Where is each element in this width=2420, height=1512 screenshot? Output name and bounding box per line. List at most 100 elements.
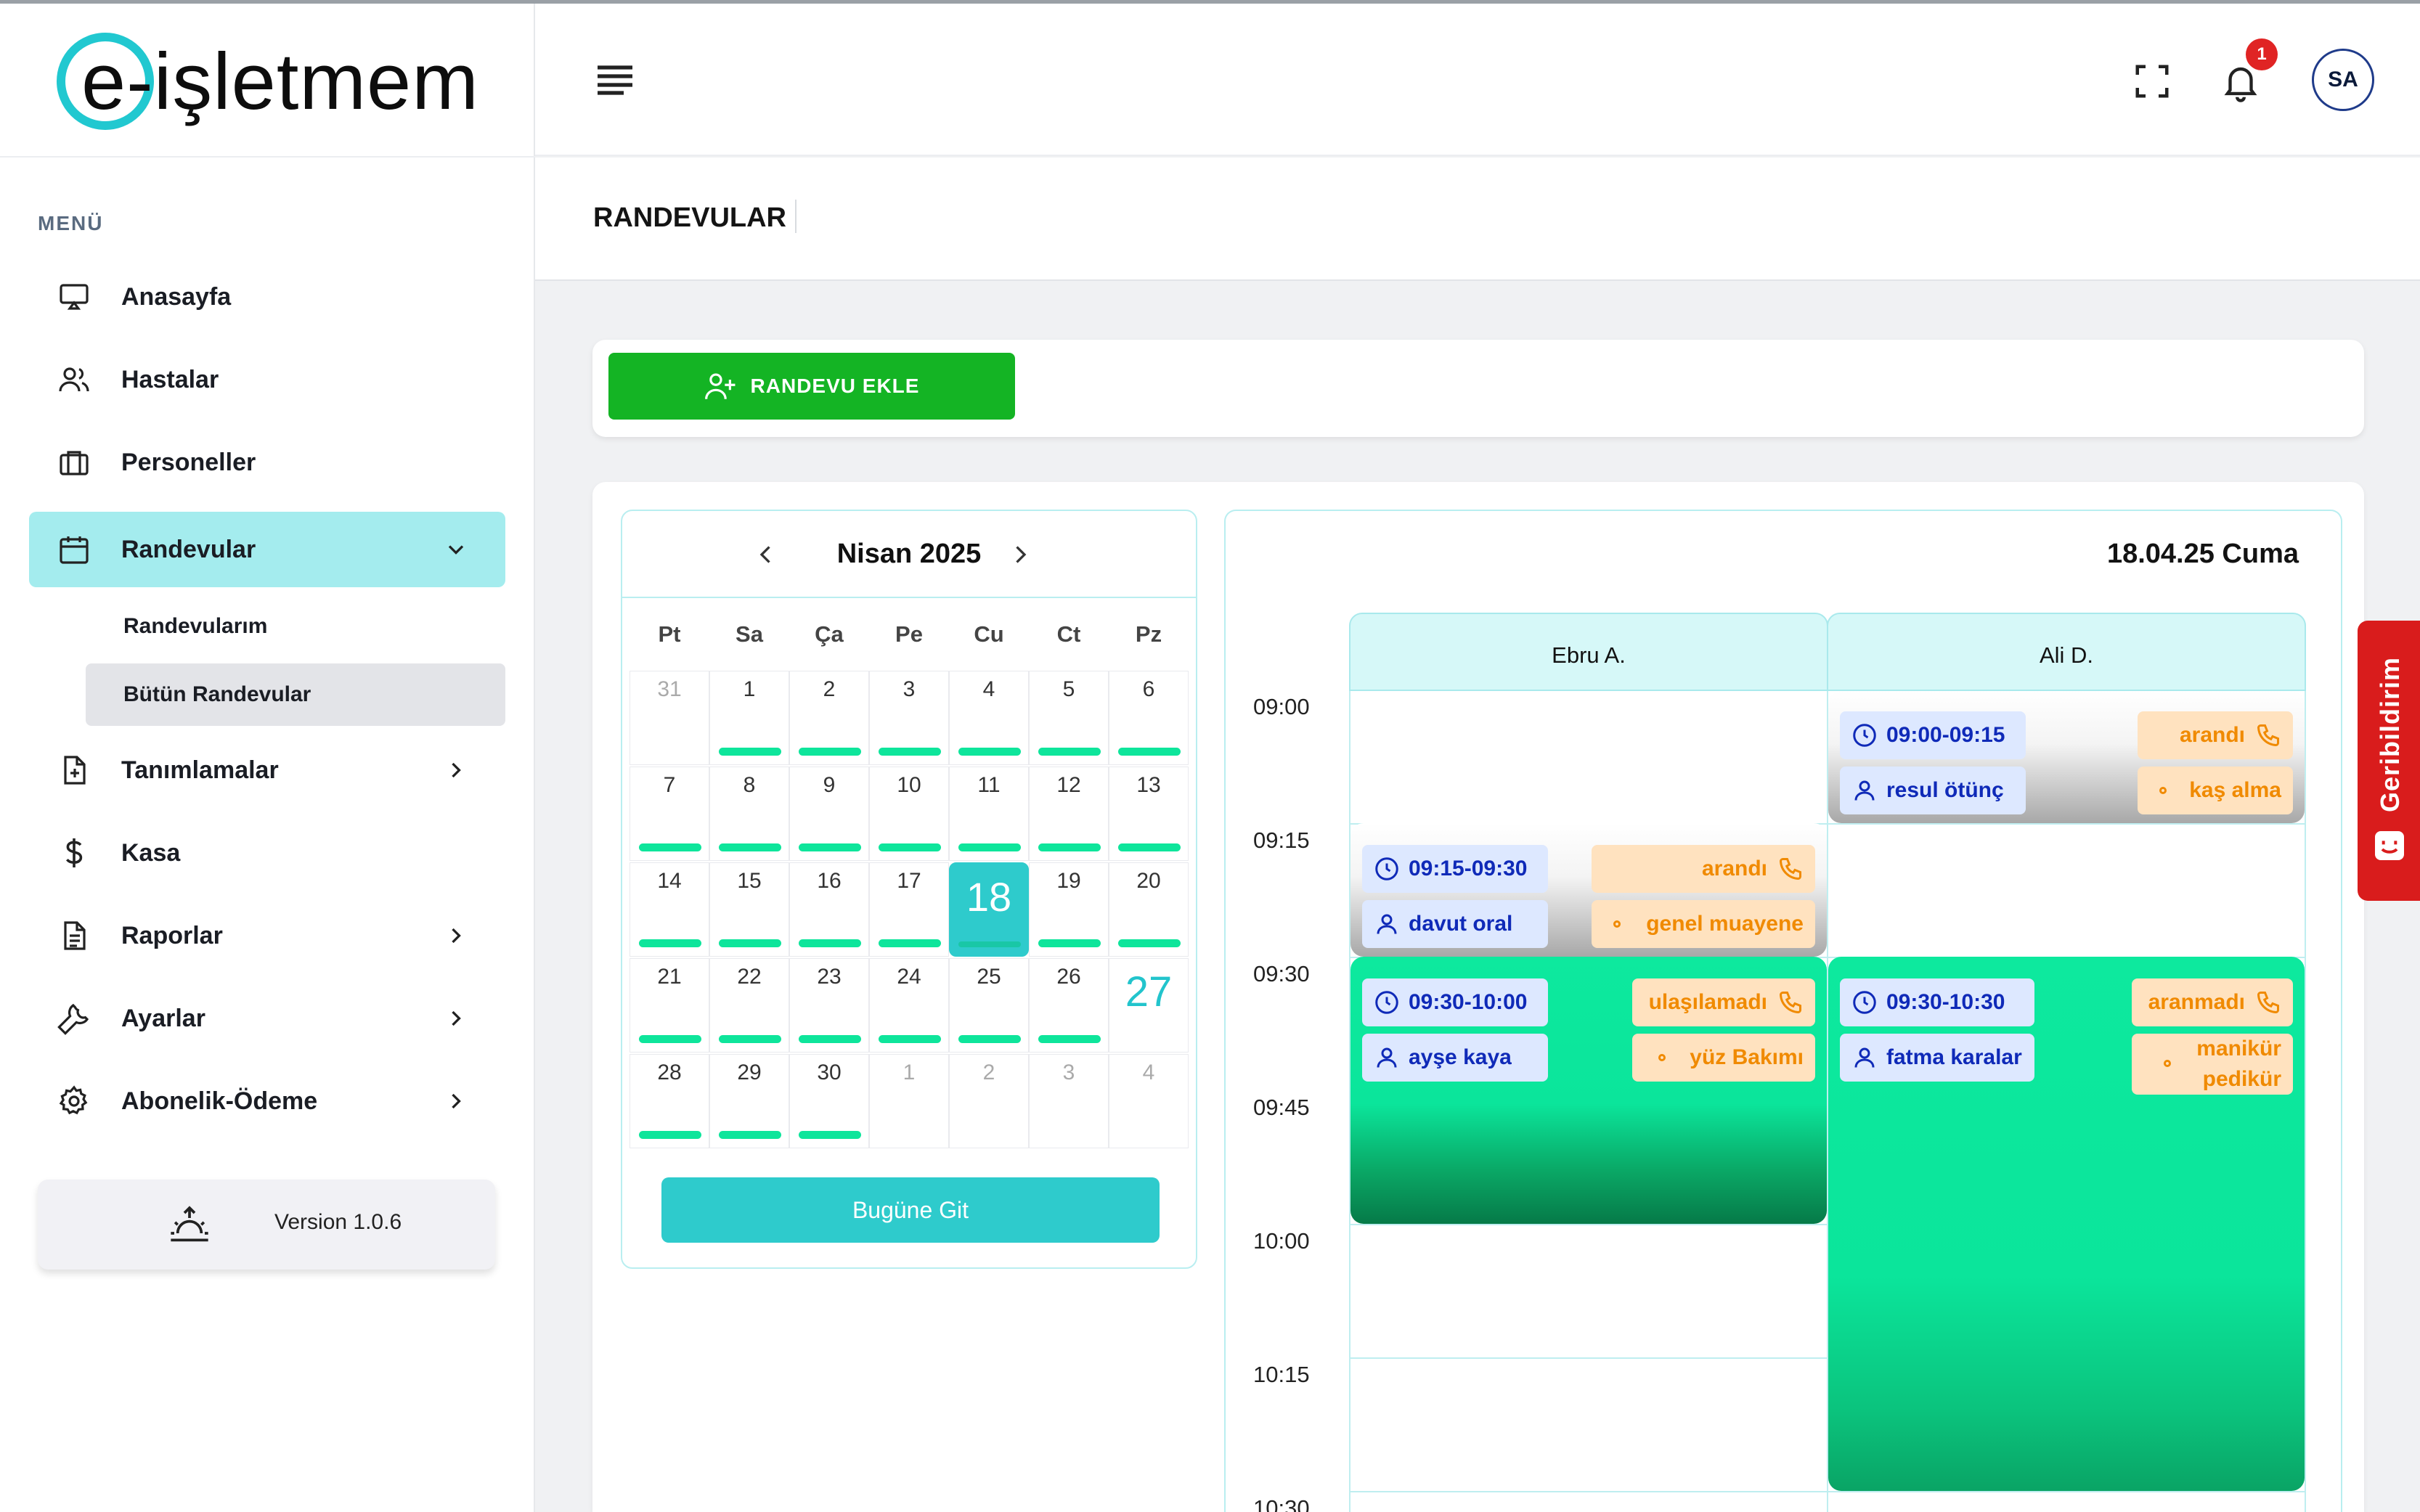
calendar-day[interactable]: 16 [789, 862, 869, 957]
sidebar-item-randevular[interactable]: Randevular [29, 512, 505, 587]
calendar-day[interactable]: 3 [1029, 1054, 1109, 1148]
calendar-day[interactable]: 4 [1109, 1054, 1189, 1148]
calendar-day[interactable]: 3 [869, 671, 949, 765]
sidebar-item-label: Tanımlamalar [121, 756, 279, 784]
calendar-day[interactable]: 25 [949, 958, 1029, 1053]
chevron-right-icon[interactable] [1007, 540, 1033, 569]
users-icon [59, 367, 89, 392]
calendar-day-number: 1 [743, 677, 756, 701]
availability-bar [879, 939, 941, 947]
weekday-label: Sa [736, 621, 763, 647]
sidebar-subitem-butun-randevular[interactable]: Bütün Randevular [86, 663, 505, 726]
time-label: 09:00 [1253, 694, 1310, 719]
calendar-day[interactable]: 29 [709, 1054, 789, 1148]
calendar-day[interactable]: 1 [709, 671, 789, 765]
availability-bar [639, 1131, 701, 1139]
fullscreen-icon[interactable] [2132, 62, 2172, 101]
appointment-card[interactable]: 09:00-09:15 resul ötünç arandı kaş alma [1828, 691, 2305, 823]
logo-text: e-işletmem [81, 37, 479, 126]
calendar-day[interactable]: 21 [630, 958, 709, 1053]
calendar-day[interactable]: 2 [949, 1054, 1029, 1148]
availability-bar [1038, 843, 1101, 851]
sidebar-item-hastalar[interactable]: Hastalar [29, 342, 505, 417]
app-logo[interactable]: e-işletmem [57, 31, 507, 133]
dollar-icon [65, 838, 83, 867]
calendar-day[interactable]: 23 [789, 958, 869, 1053]
clock-icon [1375, 991, 1398, 1014]
calendar-day-number: 1 [903, 1061, 916, 1084]
menu-title: MENÜ [38, 212, 104, 234]
page-title: RANDEVULAR [593, 203, 786, 233]
availability-bar [958, 941, 1021, 947]
feedback-tab[interactable]: Geribildirim [2358, 621, 2420, 901]
calendar-day[interactable]: 6 [1109, 671, 1189, 765]
calendar-day[interactable]: 14 [630, 862, 709, 957]
calendar-day[interactable]: 30 [789, 1054, 869, 1148]
sidebar-item-abonelik-odeme[interactable]: Abonelik-Ödeme [29, 1063, 505, 1139]
calendar-day[interactable]: 4 [949, 671, 1029, 765]
go-today-button[interactable]: Bugüne Git [661, 1177, 1160, 1243]
availability-bar [879, 748, 941, 756]
calendar-day[interactable]: 17 [869, 862, 949, 957]
sidebar-item-label: Anasayfa [121, 282, 232, 311]
calendar-day[interactable]: 24 [869, 958, 949, 1053]
appointment-time-text: 09:00-09:15 [1886, 723, 2005, 747]
calendar-day[interactable]: 15 [709, 862, 789, 957]
chevron-right-icon [452, 762, 461, 778]
availability-bar [719, 748, 781, 756]
availability-bar [799, 748, 861, 756]
availability-bar [799, 939, 861, 947]
calendar-day[interactable]: 27 [1109, 958, 1189, 1053]
calendar-day[interactable]: 10 [869, 767, 949, 861]
calendar-day-number: 5 [1062, 677, 1075, 701]
appointment-card[interactable]: 09:30-10:00 ayşe kaya ulaşılamadı yüz Ba… [1350, 957, 1827, 1224]
sidebar-item-anasayfa[interactable]: Anasayfa [29, 259, 505, 335]
calendar-day[interactable]: 5 [1029, 671, 1109, 765]
availability-bar [1118, 939, 1181, 947]
sidebar-item-ayarlar[interactable]: Ayarlar [29, 981, 505, 1056]
hamburger-menu-icon[interactable] [595, 63, 635, 95]
sidebar-item-personeller[interactable]: Personeller [29, 425, 505, 500]
avatar[interactable]: SA [2312, 49, 2374, 111]
chevron-right-icon [452, 1010, 461, 1026]
user-icon [1377, 914, 1397, 934]
calendar-day[interactable]: 9 [789, 767, 869, 861]
calendar-day[interactable]: 20 [1109, 862, 1189, 957]
document-icon [64, 921, 86, 950]
calendar-day-number: 14 [657, 869, 682, 893]
day-scheduler: 18.04.25 Cuma Ebru A. Ali D. 09:00 09:15… [1224, 510, 2342, 1512]
sidebar-item-raporlar[interactable]: Raporlar [29, 898, 505, 973]
sidebar-subitem-randevularim[interactable]: Randevularım [86, 595, 505, 658]
appointment-card[interactable]: 09:30-10:30 fatma karalar aranmadı manik… [1828, 957, 2305, 1491]
calendar-day-number: 13 [1136, 773, 1161, 797]
availability-bar [879, 1035, 941, 1043]
appointment-client-text: davut oral [1409, 912, 1513, 936]
sidebar-item-kasa[interactable]: Kasa [29, 815, 505, 891]
calendar-day[interactable]: 18 [949, 862, 1029, 957]
calendar-day-number: 20 [1136, 869, 1161, 893]
calendar-day[interactable]: 8 [709, 767, 789, 861]
calendar-day-number: 23 [817, 965, 842, 989]
availability-bar [1118, 748, 1181, 756]
calendar-day[interactable]: 11 [949, 767, 1029, 861]
calendar-day[interactable]: 19 [1029, 862, 1109, 957]
add-appointment-button[interactable]: RANDEVU EKLE [608, 353, 1015, 420]
sidebar-item-label: Hastalar [121, 365, 219, 393]
calendar-day-number: 21 [657, 965, 682, 989]
calendar-day[interactable]: 28 [630, 1054, 709, 1148]
appointment-time: 09:15-09:30 [1362, 845, 1548, 893]
calendar-day[interactable]: 31 [630, 671, 709, 765]
calendar-day-number: 15 [737, 869, 762, 893]
availability-bar [958, 1035, 1021, 1043]
calendar-day-number: 24 [897, 965, 921, 989]
calendar-day[interactable]: 7 [630, 767, 709, 861]
appointment-card[interactable]: 09:15-09:30 davut oral arandı genel muay… [1350, 823, 1827, 957]
calendar-day-number: 4 [1142, 1061, 1155, 1084]
calendar-day[interactable]: 1 [869, 1054, 949, 1148]
calendar-day[interactable]: 26 [1029, 958, 1109, 1053]
calendar-day[interactable]: 2 [789, 671, 869, 765]
calendar-day[interactable]: 22 [709, 958, 789, 1053]
calendar-day[interactable]: 12 [1029, 767, 1109, 861]
sidebar-item-tanimlamalar[interactable]: Tanımlamalar [29, 732, 505, 808]
calendar-day[interactable]: 13 [1109, 767, 1189, 861]
